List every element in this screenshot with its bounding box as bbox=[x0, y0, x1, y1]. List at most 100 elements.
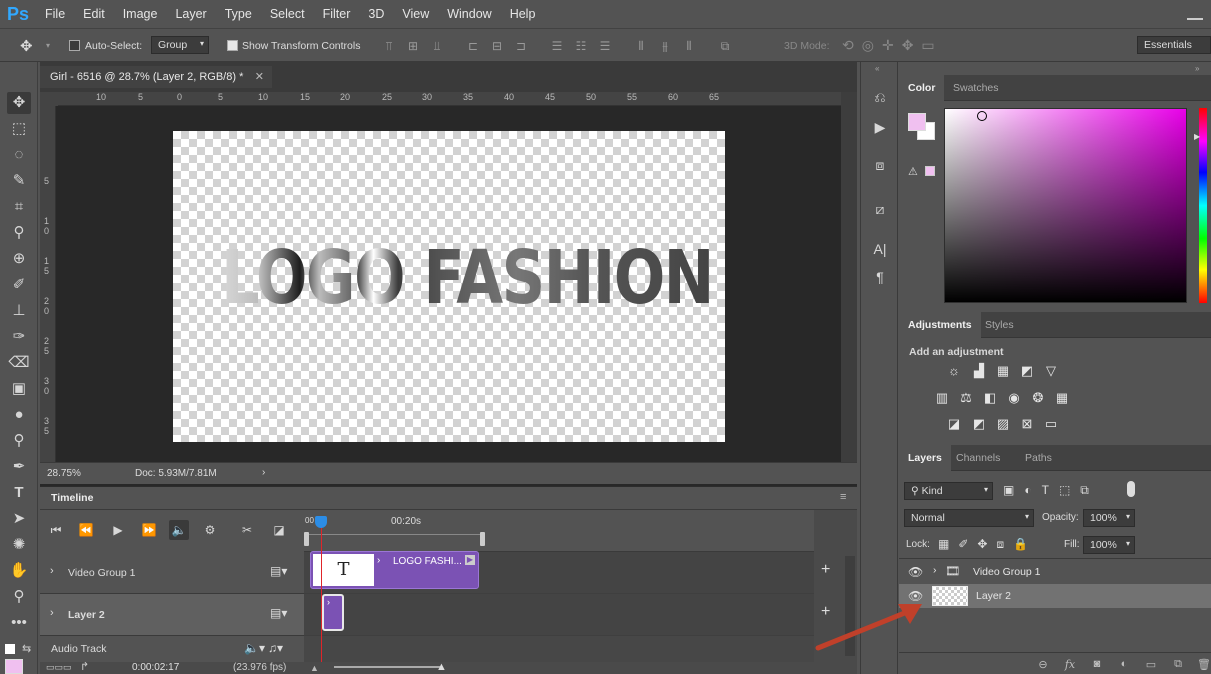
filter-adjustment-icon[interactable]: ◐ bbox=[1024, 483, 1031, 498]
work-area-bar[interactable] bbox=[306, 534, 482, 546]
blur-tool-icon[interactable]: ● bbox=[7, 404, 31, 426]
audio-icon[interactable]: 🔈 bbox=[169, 520, 189, 540]
work-area-end-handle[interactable] bbox=[480, 532, 485, 546]
filter-smart-object-icon[interactable]: ⧉ bbox=[1080, 483, 1089, 498]
distribute-bottom-icon[interactable]: ☰ bbox=[598, 39, 612, 53]
menu-view[interactable]: View bbox=[393, 7, 438, 21]
align-left-icon[interactable]: ⊏ bbox=[466, 39, 480, 53]
next-frame-icon[interactable]: ⏩ bbox=[139, 520, 159, 540]
filter-pixel-icon[interactable]: ▣ bbox=[1003, 483, 1014, 498]
menu-3d[interactable]: 3D bbox=[359, 7, 393, 21]
opacity-field[interactable]: 100% ▾ bbox=[1083, 509, 1135, 527]
play-icon[interactable]: ▶ bbox=[108, 520, 128, 540]
align-vcenter-icon[interactable]: ⊞ bbox=[406, 39, 420, 53]
move-tool-icon[interactable]: ✥ bbox=[7, 92, 31, 114]
curves-icon[interactable]: ▦ bbox=[994, 363, 1012, 379]
menu-file[interactable]: File bbox=[36, 7, 74, 21]
paragraph-icon[interactable]: ¶ bbox=[869, 266, 891, 288]
history-brush-icon[interactable]: ✑ bbox=[7, 326, 31, 348]
chevron-down-icon[interactable]: ▾ bbox=[46, 41, 50, 50]
menu-type[interactable]: Type bbox=[216, 7, 261, 21]
chevron-right-icon[interactable]: › bbox=[933, 564, 937, 576]
3d-roll-icon[interactable]: ◎ bbox=[862, 37, 874, 54]
hue-saturation-icon[interactable]: ▥ bbox=[933, 390, 951, 406]
close-icon[interactable]: ✕ bbox=[255, 70, 264, 83]
invert-icon[interactable]: ◪ bbox=[945, 416, 963, 432]
foreground-color-swatch[interactable] bbox=[5, 659, 23, 674]
3d-slide-icon[interactable]: ✥ bbox=[902, 37, 914, 54]
chevron-right-icon[interactable]: › bbox=[377, 555, 380, 566]
crop-tool-icon[interactable]: ⌗ bbox=[7, 196, 31, 218]
vertical-scrollbar[interactable] bbox=[841, 92, 857, 462]
split-scissors-icon[interactable]: ✂ bbox=[237, 520, 257, 540]
auto-align-icon[interactable]: ⧉ bbox=[718, 39, 732, 53]
type-tool-icon[interactable]: T bbox=[7, 482, 31, 504]
menu-filter[interactable]: Filter bbox=[314, 7, 360, 21]
tab-styles[interactable]: Styles bbox=[976, 312, 1023, 338]
link-layers-icon[interactable]: ⊖ bbox=[1035, 658, 1051, 672]
track-audio[interactable]: Audio Track 🔈▾ ♫▾ bbox=[40, 636, 304, 662]
add-mask-icon[interactable]: ◙ bbox=[1089, 658, 1105, 672]
distribute-right-icon[interactable]: ⫴ bbox=[682, 39, 696, 53]
menu-help[interactable]: Help bbox=[501, 7, 545, 21]
new-layer-icon[interactable]: ⧉ bbox=[1170, 658, 1186, 672]
hand-tool-icon[interactable]: ✋ bbox=[7, 560, 31, 582]
gamut-swatch[interactable] bbox=[925, 166, 935, 176]
collapse-icon[interactable]: « bbox=[875, 64, 879, 73]
track-video-group-1[interactable]: › Video Group 1 ▤▾ bbox=[40, 552, 304, 594]
film-strip-icon[interactable]: ▤▾ bbox=[270, 606, 287, 620]
add-media-icon[interactable]: + bbox=[821, 561, 830, 579]
zoom-tool-icon[interactable]: ⚲ bbox=[7, 586, 31, 608]
chevron-right-icon[interactable]: › bbox=[50, 565, 54, 577]
convert-frame-icon[interactable]: ▭▭▭ bbox=[46, 662, 72, 673]
menu-layer[interactable]: Layer bbox=[166, 7, 215, 21]
minimize-icon[interactable] bbox=[1187, 6, 1203, 20]
tab-swatches[interactable]: Swatches bbox=[944, 75, 1008, 101]
history-icon[interactable]: ⎌ bbox=[869, 86, 891, 108]
track-layer-2[interactable]: › Layer 2 ▤▾ bbox=[40, 594, 304, 636]
zoom-out-icon[interactable]: ▲ bbox=[310, 663, 319, 673]
visibility-eye-icon[interactable]: 👁 bbox=[908, 565, 923, 579]
zoom-in-icon[interactable]: ▲ bbox=[436, 661, 447, 673]
previous-frame-icon[interactable]: ⏪ bbox=[76, 520, 96, 540]
document-tab[interactable]: Girl - 6516 @ 28.7% (Layer 2, RGB/8) * ✕ bbox=[40, 66, 272, 88]
align-bottom-icon[interactable]: ⫫ bbox=[430, 39, 444, 53]
shape-tool-icon[interactable]: ✺ bbox=[7, 534, 31, 556]
render-video-icon[interactable]: ↱ bbox=[80, 660, 89, 673]
canvas[interactable]: LOGO FASHION bbox=[173, 131, 725, 442]
brush-tool-icon[interactable]: ✐ bbox=[7, 274, 31, 296]
healing-brush-icon[interactable]: ⊕ bbox=[7, 248, 31, 270]
marquee-tool-icon[interactable]: ⬚ bbox=[7, 118, 31, 140]
exposure-icon[interactable]: ◩ bbox=[1018, 363, 1036, 379]
clip-end-icon[interactable]: ▶ bbox=[465, 555, 475, 565]
new-adjustment-icon[interactable]: ◐ bbox=[1116, 658, 1132, 672]
panel-menu-icon[interactable]: ≡ bbox=[840, 491, 846, 503]
lock-all-icon[interactable]: 🔒 bbox=[1013, 537, 1028, 552]
zoom-slider[interactable] bbox=[334, 666, 440, 668]
delete-layer-trash-icon[interactable]: 🗑 bbox=[1196, 658, 1211, 672]
hue-slider-arrow-icon[interactable]: ▶ bbox=[1194, 132, 1200, 141]
music-note-icon[interactable]: ♫▾ bbox=[268, 641, 283, 655]
audio-icon[interactable]: 🔈▾ bbox=[244, 641, 265, 655]
gradient-map-icon[interactable]: ▭ bbox=[1042, 416, 1060, 432]
lock-paint-icon[interactable]: ✐ bbox=[958, 537, 968, 552]
color-lookup-icon[interactable]: ▦ bbox=[1053, 390, 1071, 406]
pen-tool-icon[interactable]: ✒ bbox=[7, 456, 31, 478]
foreground-color-swatch[interactable] bbox=[908, 113, 926, 131]
align-top-icon[interactable]: ⫪ bbox=[382, 39, 396, 53]
new-group-folder-icon[interactable]: ▭ bbox=[1143, 658, 1159, 672]
character-icon[interactable]: A| bbox=[869, 238, 891, 260]
blend-mode-dropdown[interactable]: Normal ▾ bbox=[904, 509, 1034, 527]
distribute-hcenter-icon[interactable]: ⫵ bbox=[658, 39, 672, 53]
chevron-right-icon[interactable]: › bbox=[50, 607, 54, 619]
workspace-dropdown[interactable]: Essentials bbox=[1137, 36, 1211, 54]
filter-shape-icon[interactable]: ⬚ bbox=[1059, 483, 1070, 498]
threshold-icon[interactable]: ▨ bbox=[994, 416, 1012, 432]
channel-mixer-icon[interactable]: ❂ bbox=[1029, 390, 1047, 406]
vibrance-icon[interactable]: ▽ bbox=[1042, 363, 1060, 379]
collapse-panels-icon[interactable]: » bbox=[1195, 64, 1199, 73]
more-tools-icon[interactable]: ••• bbox=[7, 612, 31, 634]
lock-transparent-icon[interactable]: ▦ bbox=[938, 537, 949, 552]
properties-icon[interactable]: ⧄ bbox=[869, 198, 891, 220]
swap-colors-icon[interactable]: ⇆ bbox=[22, 642, 31, 655]
